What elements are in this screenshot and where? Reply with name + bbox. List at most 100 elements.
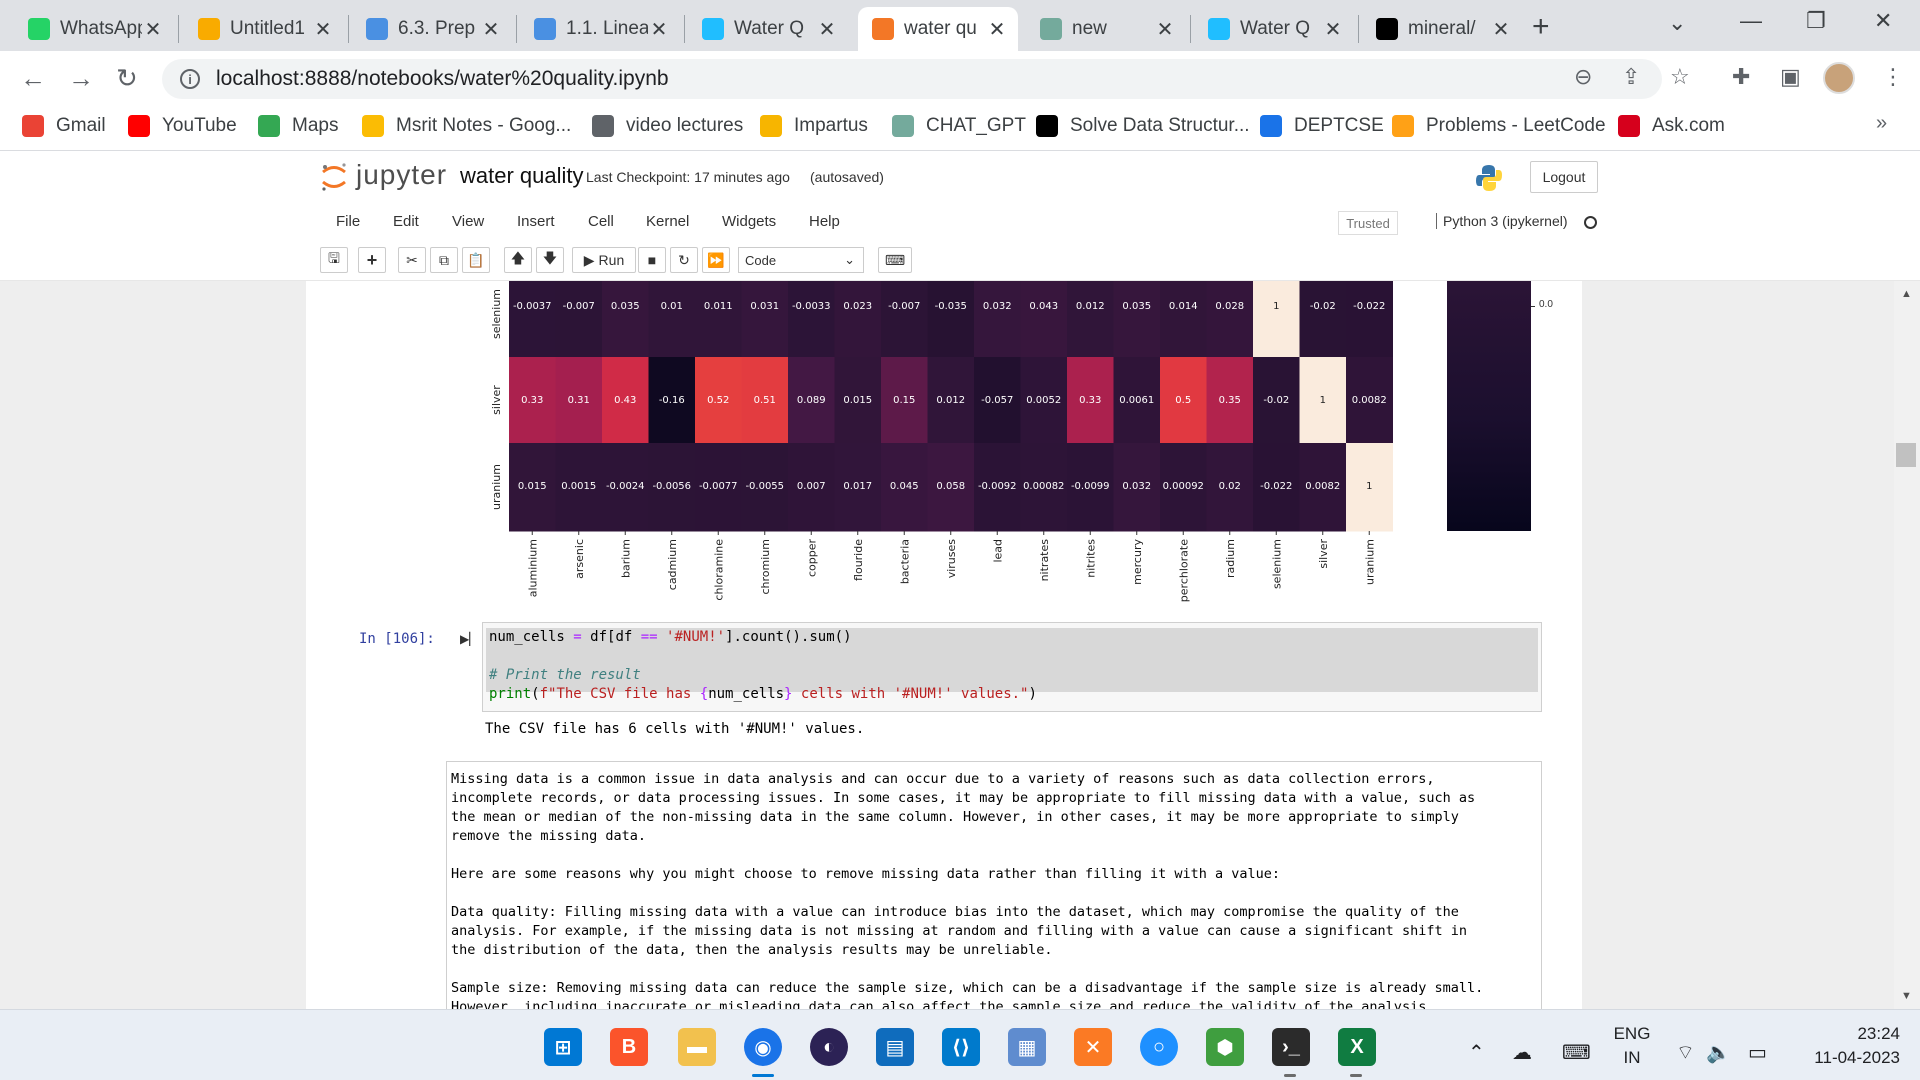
volume-icon[interactable]: 🔈 [1706, 1040, 1731, 1065]
bookmark-star-icon[interactable]: ☆ [1670, 64, 1690, 90]
input-language[interactable]: ENG [1612, 1024, 1652, 1044]
bookmark-item[interactable]: Gmail [22, 115, 106, 137]
close-icon[interactable]: ✕ [1490, 17, 1512, 42]
back-button[interactable]: ← [20, 63, 46, 94]
cell-type-select[interactable]: Code ⌄ [738, 247, 864, 273]
remote-desktop-icon[interactable]: ▦ [1008, 1028, 1046, 1066]
page-scrollbar[interactable] [1894, 281, 1920, 1009]
bookmark-item[interactable]: video lectures [592, 115, 743, 137]
markdown-cell[interactable]: Missing data is a common issue in data a… [446, 761, 1542, 1009]
jupyter-wordmark[interactable]: jupyter [356, 159, 447, 191]
browser-tab[interactable]: new ✕ [1026, 7, 1186, 51]
notebook-title[interactable]: water quality [460, 163, 584, 189]
onedrive-icon[interactable]: ☁ [1512, 1040, 1532, 1065]
restore-button[interactable]: ❐ [1806, 8, 1826, 34]
bookmark-item[interactable]: Maps [258, 115, 338, 137]
browser-tab[interactable]: Untitled1 ✕ [184, 7, 344, 51]
scroll-down-icon[interactable]: ▼ [1901, 990, 1912, 1002]
cell-run-icon[interactable]: ▶▏ [460, 632, 478, 646]
menu-help[interactable]: Help [809, 213, 840, 230]
run-button[interactable]: ▶ Run [572, 247, 636, 273]
clock-date[interactable]: 11-04-2023 [1790, 1048, 1900, 1068]
battery-icon[interactable]: ▭ [1748, 1040, 1767, 1065]
keyboard-icon[interactable]: ⌨ [878, 247, 912, 273]
minimize-button[interactable]: — [1740, 8, 1762, 34]
xampp-icon[interactable]: ✕ [1074, 1028, 1112, 1066]
scroll-up-icon[interactable]: ▲ [1901, 288, 1912, 300]
menu-view[interactable]: View [452, 213, 484, 230]
more-bookmarks-icon[interactable]: » [1876, 112, 1887, 135]
browser-tab[interactable]: Water Q ✕ [688, 7, 848, 51]
tray-overflow-icon[interactable]: ⌃ [1468, 1040, 1485, 1065]
wifi-icon[interactable]: ⌔ [1676, 1040, 1695, 1065]
scrollbar-thumb[interactable] [1896, 443, 1916, 467]
keyboard-tray-icon[interactable]: ⌨ [1562, 1040, 1591, 1065]
close-icon[interactable]: ✕ [816, 17, 838, 42]
paste-icon[interactable]: 📋 [462, 247, 490, 273]
menu-file[interactable]: File [336, 213, 360, 230]
browser-tab[interactable]: 6.3. Prep ✕ [352, 7, 512, 51]
bookmark-item[interactable]: Solve Data Structur... [1036, 115, 1250, 137]
zoom-icon[interactable]: ⊖ [1574, 64, 1592, 90]
address-bar[interactable]: i localhost:8888/notebooks/water%20quali… [162, 59, 1662, 99]
cut-icon[interactable]: ✂ [398, 247, 426, 273]
bookmark-item[interactable]: Problems - LeetCode [1392, 115, 1606, 137]
interrupt-icon[interactable]: ■ [638, 247, 666, 273]
close-window-button[interactable]: ✕ [1874, 8, 1892, 34]
logout-button[interactable]: Logout [1530, 161, 1598, 193]
close-icon[interactable]: ✕ [986, 17, 1008, 42]
forward-button[interactable]: → [68, 63, 94, 94]
side-panel-icon[interactable]: ▣ [1780, 64, 1801, 90]
terminal-icon[interactable]: ›_ [1272, 1028, 1310, 1066]
browser-app-icon[interactable]: ○ [1140, 1028, 1178, 1066]
chrome-icon[interactable]: ◉ [744, 1028, 782, 1066]
bookmark-item[interactable]: CHAT_GPT [892, 115, 1026, 137]
menu-widgets[interactable]: Widgets [722, 213, 776, 230]
restart-icon[interactable]: ↻ [670, 247, 698, 273]
menu-kernel[interactable]: Kernel [646, 213, 689, 230]
insert-cell-icon[interactable]: + [358, 247, 386, 273]
input-region[interactable]: IN [1612, 1048, 1652, 1068]
eclipse-icon[interactable]: ◐ [810, 1028, 848, 1066]
menu-edit[interactable]: Edit [393, 213, 419, 230]
save-icon[interactable]: 🖫 [320, 247, 348, 273]
browser-tab[interactable]: mineral/ ✕ [1362, 7, 1522, 51]
code-cell-editor[interactable]: num_cells = df[df == '#NUM!'].count().su… [482, 622, 1542, 712]
new-tab-button[interactable]: + [1532, 10, 1550, 44]
excel-icon[interactable]: X [1338, 1028, 1376, 1066]
vscode-icon[interactable]: ⟨⟩ [942, 1028, 980, 1066]
close-icon[interactable]: ✕ [480, 17, 502, 42]
move-down-icon[interactable]: 🡇 [536, 247, 564, 273]
close-icon[interactable]: ✕ [1322, 17, 1344, 42]
site-info-icon[interactable]: i [180, 69, 200, 89]
browser-tab[interactable]: 1.1. Linea ✕ [520, 7, 680, 51]
bookmark-item[interactable]: YouTube [128, 115, 237, 137]
close-icon[interactable]: ✕ [1154, 17, 1176, 42]
profile-avatar[interactable] [1823, 62, 1855, 94]
nodejs-icon[interactable]: ⬢ [1206, 1028, 1244, 1066]
close-icon[interactable]: ✕ [142, 17, 164, 42]
windows-start-icon[interactable]: ⊞ [544, 1028, 582, 1066]
bookmark-item[interactable]: Msrit Notes - Goog... [362, 115, 571, 137]
bookmark-item[interactable]: DEPTCSE [1260, 115, 1384, 137]
tab-search-icon[interactable]: ⌄ [1668, 10, 1686, 36]
close-icon[interactable]: ✕ [312, 17, 334, 42]
move-up-icon[interactable]: 🡅 [504, 247, 532, 273]
jupyter-logo-icon[interactable] [320, 161, 348, 193]
bookmark-item[interactable]: Impartus [760, 115, 868, 137]
extensions-icon[interactable]: ✚ [1732, 64, 1750, 90]
restart-run-all-icon[interactable]: ⏩ [702, 247, 730, 273]
brave-icon[interactable]: B [610, 1028, 648, 1066]
bookmark-item[interactable]: Ask.com [1618, 115, 1725, 137]
menu-cell[interactable]: Cell [588, 213, 614, 230]
file-explorer-icon[interactable]: ▬ [678, 1028, 716, 1066]
virtual-desktop-icon[interactable]: ▤ [876, 1028, 914, 1066]
browser-tab[interactable]: WhatsApp ✕ [14, 7, 174, 51]
share-icon[interactable]: ⇪ [1622, 64, 1640, 90]
reload-button[interactable]: ↻ [116, 63, 138, 94]
close-icon[interactable]: ✕ [648, 17, 670, 42]
notebook-page[interactable]: -0.0037 -0.007 0.035 0.01 0.011 0.031 -0.0033 0… [306, 281, 1582, 1009]
browser-tab[interactable]: water qu ✕ [858, 7, 1018, 51]
copy-icon[interactable]: ⧉ [430, 247, 458, 273]
trusted-indicator[interactable]: Trusted [1338, 211, 1398, 235]
